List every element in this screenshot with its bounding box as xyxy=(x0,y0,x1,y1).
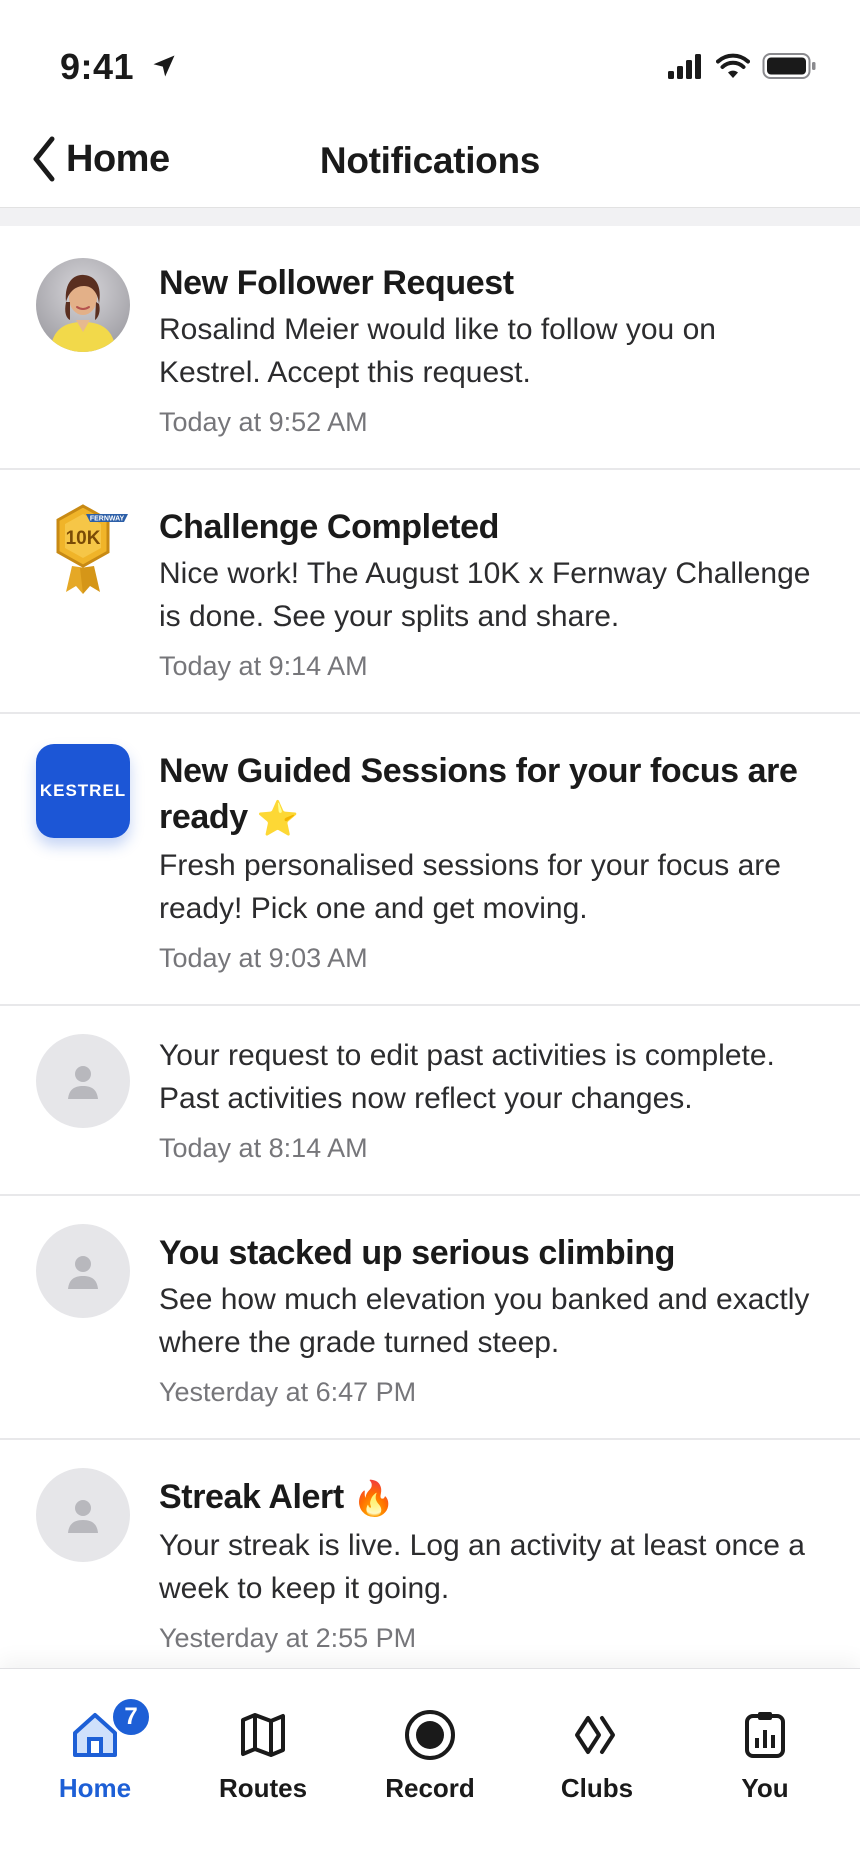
tab-label: You xyxy=(741,1773,789,1803)
notification-time: Today at 9:03 AM xyxy=(159,943,368,974)
badge-ribbon-text: FERNWAY xyxy=(90,516,125,523)
tab-bar: 7 Home Routes Record Clubs You xyxy=(0,1668,860,1864)
notification-time: Yesterday at 6:47 PM xyxy=(159,1377,417,1408)
medal-icon: 10K FERNWAY xyxy=(56,504,128,594)
app-logo: KESTREL xyxy=(36,744,130,838)
notification-item[interactable]: New Follower Request Rosalind Meier woul… xyxy=(0,226,860,470)
generic-avatar xyxy=(36,1468,130,1563)
notification-title: New Follower Request xyxy=(159,264,514,302)
notification-item[interactable]: Streak Alert 🔥 Your streak is live. Log … xyxy=(0,1440,860,1684)
notification-time: Yesterday at 2:55 PM xyxy=(159,1623,417,1654)
status-bar: 9:41 xyxy=(0,0,860,110)
notification-item[interactable]: You stacked up serious climbing See how … xyxy=(0,1196,860,1441)
notification-body: Nice work! The August 10K x Fernway Chal… xyxy=(159,557,811,633)
tab-label: Clubs xyxy=(560,1773,634,1803)
generic-avatar xyxy=(36,1034,130,1129)
notification-time: Today at 8:14 AM xyxy=(159,1133,368,1164)
notification-count-badge: 7 xyxy=(111,1697,151,1737)
tab-record[interactable]: Record xyxy=(346,1705,514,1804)
tab-label: Home xyxy=(58,1773,132,1803)
fire-emoji-icon: 🔥 xyxy=(352,1480,395,1519)
notification-item[interactable]: Your request to edit past activities is … xyxy=(0,1006,860,1197)
notification-title: Streak Alert 🔥 xyxy=(159,1474,820,1522)
tab-routes[interactable]: Routes xyxy=(179,1705,347,1804)
notification-item[interactable]: 10K FERNWAY Challenge Completed Nice wor… xyxy=(0,470,860,714)
page-title: Notifications xyxy=(319,140,541,181)
notification-body: Your request to edit past activities is … xyxy=(159,1039,775,1116)
cellular-signal-icon xyxy=(668,54,701,79)
tab-clubs[interactable]: Clubs xyxy=(513,1705,681,1804)
notification-body: See how much elevation you banked and ex… xyxy=(159,1283,810,1360)
profile-photo-icon xyxy=(36,258,130,352)
notification-time: Today at 9:52 AM xyxy=(159,407,368,437)
wifi-icon xyxy=(716,53,750,78)
app-logo-text: KESTREL xyxy=(39,781,127,800)
clubs-icon xyxy=(575,1716,615,1754)
notification-item[interactable]: KESTREL New Guided Sessions for your foc… xyxy=(0,714,860,1007)
notification-body: Your streak is live. Log an activity at … xyxy=(159,1529,805,1606)
battery-icon xyxy=(762,53,816,79)
navigation-header: Home Notifications xyxy=(0,110,860,208)
profile-avatar xyxy=(36,258,130,352)
star-emoji-icon: ⭐ xyxy=(256,800,299,839)
notification-title: You stacked up serious climbing xyxy=(159,1234,675,1273)
notification-title: New Guided Sessions for your focus are r… xyxy=(159,748,820,842)
location-arrow-icon xyxy=(153,55,175,77)
notification-list: New Follower Request Rosalind Meier woul… xyxy=(0,226,860,1684)
map-icon xyxy=(241,1713,285,1757)
status-time: 9:41 xyxy=(60,46,135,87)
tab-label: Record xyxy=(385,1773,475,1803)
tab-home[interactable]: 7 Home xyxy=(11,1697,179,1804)
notification-title: Challenge Completed xyxy=(159,508,500,546)
header-separator xyxy=(0,208,860,226)
notification-body: Rosalind Meier would like to follow you … xyxy=(159,313,716,389)
person-icon xyxy=(68,1066,98,1100)
notification-time: Today at 9:14 AM xyxy=(159,651,368,681)
record-icon xyxy=(405,1710,455,1760)
badge-text: 10K xyxy=(66,528,101,549)
challenge-badge: 10K FERNWAY xyxy=(36,500,130,594)
person-icon xyxy=(68,1500,98,1534)
notification-body: Fresh personalised sessions for your foc… xyxy=(159,849,781,926)
person-icon xyxy=(68,1256,98,1290)
tab-label: Routes xyxy=(218,1773,308,1803)
profile-stats-icon xyxy=(745,1712,785,1758)
generic-avatar xyxy=(36,1224,130,1319)
tab-you[interactable]: You xyxy=(681,1705,849,1804)
status-icons xyxy=(668,52,816,80)
